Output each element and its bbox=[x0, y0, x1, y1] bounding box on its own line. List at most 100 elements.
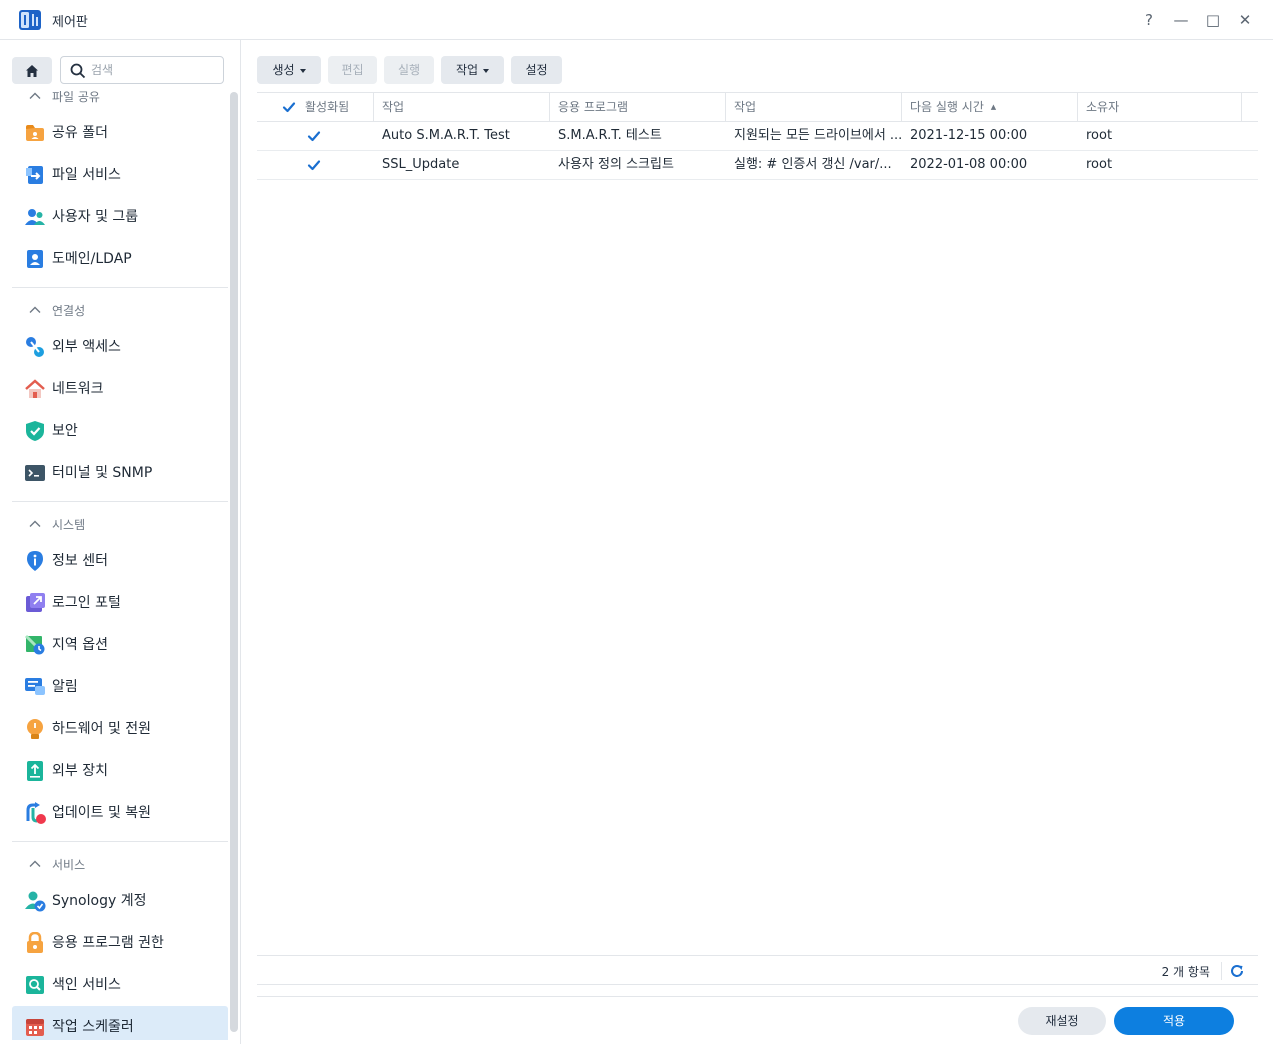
section-divider bbox=[12, 287, 228, 288]
maximize-button[interactable]: □ bbox=[1202, 9, 1224, 31]
create-label: 생성 bbox=[272, 63, 295, 77]
apply-button[interactable]: 적용 bbox=[1114, 1007, 1234, 1035]
minimize-button[interactable]: — bbox=[1170, 9, 1192, 31]
network-icon bbox=[25, 379, 45, 398]
sidebar-item[interactable]: 사용자 및 그룹 bbox=[12, 196, 228, 238]
sidebar-item[interactable]: 업데이트 및 복원 bbox=[12, 792, 228, 834]
sidebar-item[interactable]: Synology 계정 bbox=[12, 880, 228, 922]
sidebar-item[interactable]: 응용 프로그램 권한 bbox=[12, 922, 228, 964]
sidebar-item-label: 공유 폴더 bbox=[52, 125, 108, 141]
notification-icon bbox=[25, 678, 45, 695]
sidebar-item[interactable]: 작업 스케줄러 bbox=[12, 1006, 228, 1040]
sidebar-item-label: 작업 스케줄러 bbox=[52, 1019, 134, 1035]
sidebar-item-label: 외부 액세스 bbox=[52, 339, 121, 355]
section-title: 연결성 bbox=[52, 304, 86, 318]
sidebar-item-label: 업데이트 및 복원 bbox=[52, 805, 152, 821]
sidebar-item-label: 응용 프로그램 권한 bbox=[52, 935, 164, 951]
sidebar-item[interactable]: 알림 bbox=[12, 666, 228, 708]
sidebar-item-label: 알림 bbox=[52, 679, 78, 695]
action-button[interactable]: 작업 bbox=[441, 56, 504, 84]
sidebar-item[interactable]: 하드웨어 및 전원 bbox=[12, 708, 228, 750]
chevron-up-icon bbox=[29, 92, 41, 99]
sidebar-item[interactable]: 터미널 및 SNMP bbox=[12, 452, 228, 494]
cell-application: 사용자 정의 스크립트 bbox=[558, 157, 674, 172]
enabled-checkbox[interactable] bbox=[306, 128, 322, 144]
settings-button[interactable]: 설정 bbox=[511, 56, 562, 84]
sort-ascending-icon: ▲ bbox=[990, 103, 997, 111]
sidebar-item-label: Synology 계정 bbox=[52, 893, 147, 909]
sidebar-item[interactable]: 네트워크 bbox=[12, 368, 228, 410]
cell-owner: root bbox=[1086, 157, 1113, 172]
sidebar-item-label: 보안 bbox=[52, 423, 78, 439]
shared-folder-icon bbox=[26, 125, 44, 141]
chevron-up-icon bbox=[29, 306, 41, 313]
search-icon bbox=[70, 63, 86, 79]
sidebar: 파일 공유공유 폴더파일 서비스사용자 및 그룹도메인/LDAP 연결성외부 액세… bbox=[0, 40, 241, 1044]
title-bar: 제어판 ? — □ ✕ bbox=[0, 0, 1273, 40]
cell-next-run: 2022-01-08 00:00 bbox=[910, 157, 1028, 172]
enabled-checkbox[interactable] bbox=[306, 157, 322, 173]
column-header-action[interactable]: 작업 bbox=[726, 93, 902, 121]
select-all-checkbox[interactable] bbox=[281, 99, 297, 115]
section-title: 파일 공유 bbox=[52, 90, 100, 104]
user-group-icon bbox=[25, 209, 45, 225]
sidebar-item[interactable]: 외부 액세스 bbox=[12, 326, 228, 368]
sidebar-item[interactable]: 파일 서비스 bbox=[12, 154, 228, 196]
edit-button[interactable]: 편집 bbox=[328, 56, 377, 84]
window-title: 제어판 bbox=[52, 15, 88, 30]
cell-owner: root bbox=[1086, 128, 1113, 143]
chevron-up-icon bbox=[29, 520, 41, 527]
run-button[interactable]: 실행 bbox=[384, 56, 434, 84]
column-header-enabled[interactable]: 활성화됨 bbox=[257, 93, 374, 121]
search-field bbox=[60, 56, 224, 84]
search-input[interactable] bbox=[91, 61, 217, 79]
column-header-task[interactable]: 작업 bbox=[374, 93, 550, 121]
sidebar-scrollbar[interactable] bbox=[230, 92, 238, 1032]
section-header[interactable]: 파일 공유 bbox=[12, 88, 228, 106]
cell-action: 지원되는 모든 드라이브에서 ... bbox=[734, 128, 902, 143]
cell-task: SSL_Update bbox=[382, 157, 460, 172]
sidebar-item[interactable]: 공유 폴더 bbox=[12, 112, 228, 154]
section-title: 시스템 bbox=[52, 518, 86, 532]
sidebar-item-label: 하드웨어 및 전원 bbox=[52, 721, 152, 737]
sidebar-item[interactable]: 외부 장치 bbox=[12, 750, 228, 792]
domain-ldap-icon bbox=[27, 250, 43, 268]
table-body: Auto S.M.A.R.T. Test S.M.A.R.T. 테스트 지원되는 모… bbox=[257, 122, 1258, 180]
action-bar-divider bbox=[257, 996, 1258, 997]
indexing-service-icon bbox=[26, 976, 44, 994]
column-header-next-run[interactable]: 다음 실행 시간 ▲ bbox=[902, 93, 1078, 121]
sidebar-item[interactable]: 지역 옵션 bbox=[12, 624, 228, 666]
sidebar-item-label: 파일 서비스 bbox=[52, 167, 121, 183]
section-header[interactable]: 연결성 bbox=[12, 302, 228, 320]
column-header-owner[interactable]: 소유자 bbox=[1078, 93, 1242, 121]
security-shield-icon bbox=[26, 421, 44, 441]
external-access-icon bbox=[26, 337, 44, 357]
close-button[interactable]: ✕ bbox=[1234, 9, 1256, 31]
sidebar-item[interactable]: 도메인/LDAP bbox=[12, 238, 228, 280]
sidebar-item[interactable]: 보안 bbox=[12, 410, 228, 452]
create-button[interactable]: 생성 bbox=[257, 56, 321, 84]
cell-action: 실행: # 인증서 갱신 /var/... bbox=[734, 157, 892, 172]
chevron-down-icon bbox=[299, 68, 306, 73]
sidebar-nav: 파일 공유공유 폴더파일 서비스사용자 및 그룹도메인/LDAP 연결성외부 액세… bbox=[12, 88, 228, 1040]
task-table: 활성화됨 작업 응용 프로그램 작업 다음 실행 시간 ▲ 소유자 Auto S… bbox=[257, 92, 1258, 180]
refresh-icon[interactable] bbox=[1229, 963, 1245, 979]
column-header-application[interactable]: 응용 프로그램 bbox=[550, 93, 726, 121]
section-header[interactable]: 서비스 bbox=[12, 856, 228, 874]
reset-button[interactable]: 재설정 bbox=[1018, 1007, 1106, 1035]
sidebar-item-label: 지역 옵션 bbox=[52, 637, 108, 653]
sidebar-item[interactable]: 로그인 포털 bbox=[12, 582, 228, 624]
application-privileges-icon bbox=[27, 932, 43, 953]
table-row[interactable]: Auto S.M.A.R.T. Test S.M.A.R.T. 테스트 지원되는 모… bbox=[257, 122, 1258, 151]
home-button[interactable] bbox=[12, 57, 52, 84]
chevron-down-icon bbox=[483, 68, 490, 73]
update-restore-icon bbox=[26, 802, 46, 824]
sidebar-item-label: 도메인/LDAP bbox=[52, 251, 132, 267]
section-divider bbox=[12, 501, 228, 502]
help-button[interactable]: ? bbox=[1138, 9, 1160, 31]
section-header[interactable]: 시스템 bbox=[12, 516, 228, 534]
file-services-icon bbox=[26, 166, 43, 184]
table-row[interactable]: SSL_Update 사용자 정의 스크립트 실행: # 인증서 갱신 /var/.… bbox=[257, 151, 1258, 180]
sidebar-item[interactable]: 정보 센터 bbox=[12, 540, 228, 582]
sidebar-item[interactable]: 색인 서비스 bbox=[12, 964, 228, 1006]
